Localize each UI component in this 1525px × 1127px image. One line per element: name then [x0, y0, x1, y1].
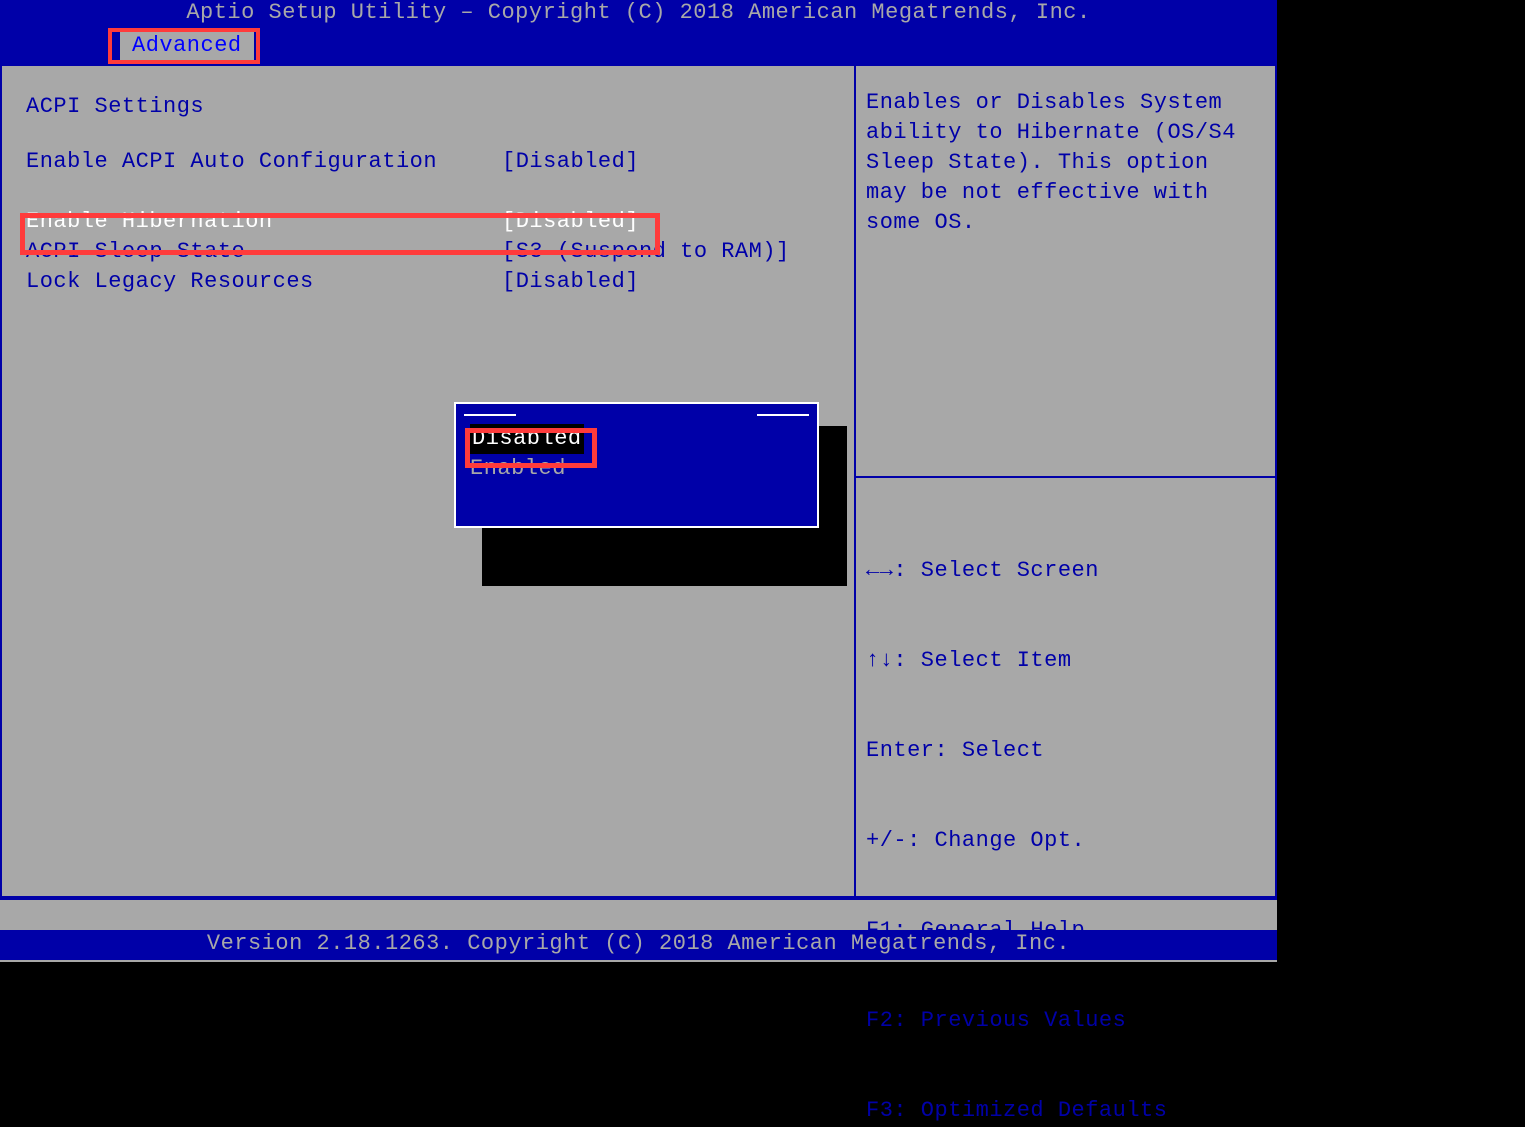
setting-value: [S3 (Suspend to RAM)] — [502, 237, 790, 267]
section-title: ACPI Settings — [26, 94, 830, 119]
setting-label: Enable Hibernation — [26, 207, 502, 237]
setting-label: Enable ACPI Auto Configuration — [26, 147, 502, 177]
popup-option-enabled[interactable]: Enabled — [464, 454, 809, 484]
key-enter: Enter: Select — [866, 736, 1265, 766]
setting-enable-hibernation[interactable]: Enable Hibernation [Disabled] — [26, 207, 830, 237]
main-panel: ACPI Settings Enable ACPI Auto Configura… — [0, 64, 856, 898]
help-text: Enables or Disables System ability to Hi… — [856, 66, 1275, 476]
popup-enable-hibernation: Enable Hibernation Disabled Enabled — [454, 402, 819, 528]
popup-title: Enable Hibernation — [464, 404, 809, 424]
side-panel: Enables or Disables System ability to Hi… — [856, 64, 1277, 898]
setting-acpi-sleep-state[interactable]: ACPI Sleep State [S3 (Suspend to RAM)] — [26, 237, 830, 267]
setting-value: [Disabled] — [502, 207, 639, 237]
key-f2: F2: Previous Values — [866, 1006, 1265, 1036]
tab-row: Advanced — [0, 28, 1277, 64]
key-change-opt: +/-: Change Opt. — [866, 826, 1265, 856]
popup-option-disabled[interactable]: Disabled — [464, 424, 809, 454]
key-select-item: ↑↓: Select Item — [866, 646, 1265, 676]
tab-advanced[interactable]: Advanced — [120, 31, 254, 60]
setting-value: [Disabled] — [502, 267, 639, 297]
setting-lock-legacy-resources[interactable]: Lock Legacy Resources [Disabled] — [26, 267, 830, 297]
setting-label: ACPI Sleep State — [26, 237, 502, 267]
spacer — [26, 177, 830, 207]
setting-acpi-auto-config[interactable]: Enable ACPI Auto Configuration [Disabled… — [26, 147, 830, 177]
title-bar: Aptio Setup Utility – Copyright (C) 2018… — [0, 0, 1277, 28]
key-f3: F3: Optimized Defaults — [866, 1096, 1265, 1126]
key-help: ←→: Select Screen ↑↓: Select Item Enter:… — [856, 478, 1275, 1127]
bios-setup-window: Aptio Setup Utility – Copyright (C) 2018… — [0, 0, 1277, 962]
content-area: ACPI Settings Enable ACPI Auto Configura… — [0, 64, 1277, 900]
key-select-screen: ←→: Select Screen — [866, 556, 1265, 586]
setting-value: [Disabled] — [502, 147, 639, 177]
setting-label: Lock Legacy Resources — [26, 267, 502, 297]
